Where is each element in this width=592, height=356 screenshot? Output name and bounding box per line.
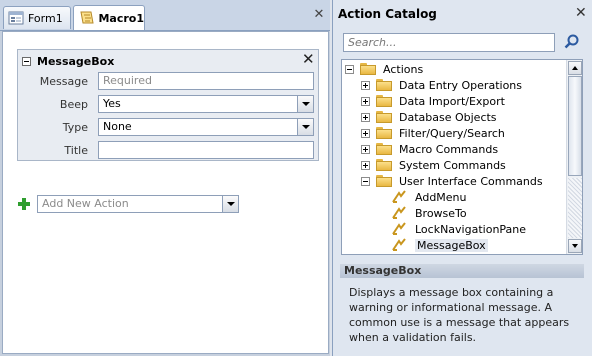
add-plus-icon[interactable] xyxy=(17,197,31,211)
folder-icon xyxy=(376,143,392,155)
type-label: Type xyxy=(62,121,88,134)
tree-item-ui-commands[interactable]: User Interface Commands xyxy=(361,173,543,189)
folder-icon xyxy=(360,63,376,75)
form-icon xyxy=(8,11,24,25)
search-placeholder: Search... xyxy=(348,36,397,49)
close-document-icon[interactable]: ✕ xyxy=(312,8,326,22)
beep-label: Beep xyxy=(59,98,88,111)
folder-icon xyxy=(376,95,392,107)
expand-icon[interactable] xyxy=(361,112,370,122)
tree-item-label: Filter/Query/Search xyxy=(399,126,505,140)
tree-item-macro-commands[interactable]: Macro Commands xyxy=(361,141,498,157)
scroll-down-icon[interactable] xyxy=(568,239,582,253)
tree-item-locknavigationpane[interactable]: LockNavigationPane xyxy=(391,221,526,237)
document-tab-strip: Form1 Macro1 ✕ xyxy=(0,0,330,31)
collapse-icon[interactable] xyxy=(361,176,370,186)
macro-action-icon xyxy=(392,206,406,219)
scroll-track[interactable] xyxy=(568,178,582,238)
help-description: Displays a message box containing a warn… xyxy=(349,286,570,344)
tree-item-label: User Interface Commands xyxy=(399,174,543,188)
macro-icon xyxy=(80,11,94,24)
expand-icon[interactable] xyxy=(361,160,370,170)
add-new-action-row: Add New Action xyxy=(17,195,239,213)
tree-item-data-entry[interactable]: Data Entry Operations xyxy=(361,77,522,93)
tree-item-label: AddMenu xyxy=(415,190,467,204)
scroll-up-icon[interactable] xyxy=(568,61,582,75)
close-pane-icon[interactable]: ✕ xyxy=(575,5,587,21)
tree-item-filter-query[interactable]: Filter/Query/Search xyxy=(361,125,505,141)
action-title: MessageBox xyxy=(37,54,115,68)
add-new-action-combo[interactable]: Add New Action xyxy=(37,195,239,213)
macro-designer-pane: Form1 Macro1 ✕ MessageBox ✕ Message Requ… xyxy=(0,0,330,356)
scroll-thumb[interactable] xyxy=(568,76,582,176)
tree-item-label: Macro Commands xyxy=(399,142,499,156)
search-icon[interactable] xyxy=(563,33,581,51)
macro-action-icon xyxy=(392,222,406,235)
chevron-down-icon[interactable] xyxy=(297,96,313,112)
expand-icon[interactable] xyxy=(361,128,370,138)
type-value: None xyxy=(103,120,132,133)
tree-item-label: BrowseTo xyxy=(415,206,467,220)
tree-item-label: Actions xyxy=(383,62,424,76)
title-field[interactable] xyxy=(98,141,314,159)
expand-icon[interactable] xyxy=(361,144,370,154)
tree-item-browseto[interactable]: BrowseTo xyxy=(391,205,467,221)
type-dropdown[interactable]: None xyxy=(98,118,314,136)
tree-item-label: Data Import/Export xyxy=(399,94,505,108)
search-input[interactable]: Search... xyxy=(343,33,555,52)
message-field[interactable]: Required xyxy=(98,72,314,90)
tree-item-label: LockNavigationPane xyxy=(415,222,527,236)
folder-icon xyxy=(376,159,392,171)
tree-item-database-objects[interactable]: Database Objects xyxy=(361,109,497,125)
tree-item-label: System Commands xyxy=(399,158,506,172)
tree-item-system-commands[interactable]: System Commands xyxy=(361,157,506,173)
tree-item-label: Data Entry Operations xyxy=(399,78,522,92)
tab-label: Macro1 xyxy=(98,11,144,25)
chevron-down-icon[interactable] xyxy=(297,119,313,135)
beep-dropdown[interactable]: Yes xyxy=(98,95,314,113)
expand-icon[interactable] xyxy=(361,96,370,106)
tab-form1[interactable]: Form1 xyxy=(3,6,71,29)
catalog-tree: Actions Data Entry Operations Data Impor… xyxy=(341,59,583,255)
chevron-down-icon[interactable] xyxy=(222,196,238,212)
folder-icon xyxy=(376,127,392,139)
action-header: MessageBox xyxy=(22,53,114,69)
tree-item-label: MessageBox xyxy=(415,238,488,252)
message-label: Message xyxy=(39,75,88,88)
tab-macro1[interactable]: Macro1 xyxy=(73,5,145,30)
macro-action-icon xyxy=(392,238,406,251)
vertical-scrollbar[interactable] xyxy=(566,60,582,254)
collapse-icon[interactable] xyxy=(22,56,31,66)
tab-label: Form1 xyxy=(28,11,63,25)
tree-item-data-import[interactable]: Data Import/Export xyxy=(361,93,505,109)
macro-action-block: MessageBox ✕ Message Required Beep Yes T… xyxy=(17,49,319,161)
beep-value: Yes xyxy=(103,97,121,110)
pane-title: Action Catalog xyxy=(338,7,437,21)
folder-icon xyxy=(376,79,392,91)
title-label: Title xyxy=(64,144,88,157)
folder-icon xyxy=(376,111,392,123)
action-catalog-pane: Action Catalog ✕ Search... Actions Data … xyxy=(332,0,592,356)
collapse-icon[interactable] xyxy=(345,64,354,74)
message-placeholder: Required xyxy=(103,74,152,87)
macro-design-surface: MessageBox ✕ Message Required Beep Yes T… xyxy=(2,31,329,354)
tree-item-label: Database Objects xyxy=(399,110,497,124)
help-title: MessageBox xyxy=(340,264,584,278)
folder-icon xyxy=(376,175,392,187)
macro-action-icon xyxy=(392,190,406,203)
expand-icon[interactable] xyxy=(361,80,370,90)
delete-action-icon[interactable]: ✕ xyxy=(302,51,315,67)
add-action-placeholder: Add New Action xyxy=(42,197,129,210)
tree-item-actions[interactable]: Actions xyxy=(345,61,423,77)
tree-item-messagebox[interactable]: MessageBox xyxy=(391,237,488,253)
tree-item-addmenu[interactable]: AddMenu xyxy=(391,189,467,205)
